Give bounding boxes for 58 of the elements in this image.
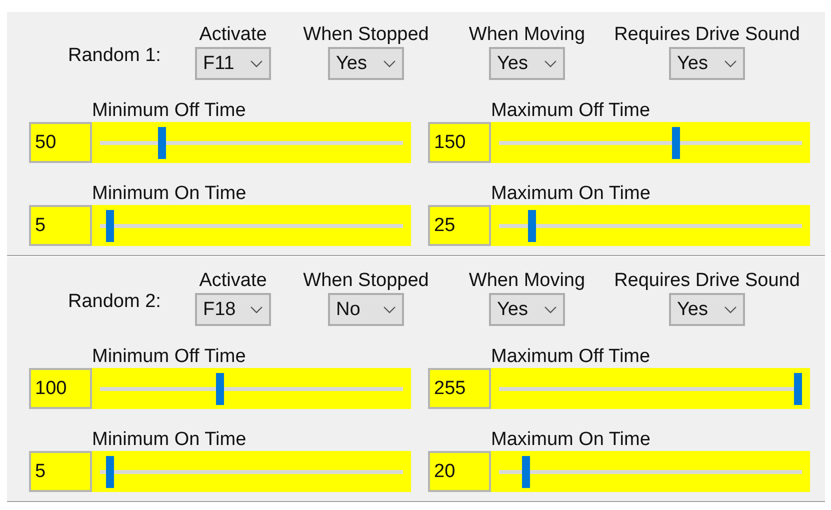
caret-icon xyxy=(724,306,737,314)
dropdown[interactable]: Yes xyxy=(669,293,745,326)
caret-icon xyxy=(250,306,263,314)
dropdown[interactable]: Yes xyxy=(489,47,565,80)
slider[interactable] xyxy=(92,368,411,409)
slider-thumb[interactable] xyxy=(672,127,680,159)
group-label: Random 1: xyxy=(67,44,162,67)
value-field[interactable]: 20 xyxy=(428,451,491,492)
value-field[interactable]: 255 xyxy=(428,368,491,409)
slider-thumb[interactable] xyxy=(528,210,536,242)
value-field[interactable]: 100 xyxy=(29,368,92,409)
caret-icon xyxy=(724,60,737,68)
slider-label: Maximum On Time xyxy=(491,183,652,205)
option-label: Requires Drive Sound xyxy=(614,270,800,292)
option-label: When Moving xyxy=(468,270,586,292)
slider-thumb[interactable] xyxy=(794,373,802,405)
slider-thumb[interactable] xyxy=(216,373,224,405)
slider-thumb[interactable] xyxy=(522,456,530,488)
slider[interactable] xyxy=(491,205,810,246)
option-label: Activate xyxy=(199,270,267,292)
option-label: Requires Drive Sound xyxy=(614,24,800,46)
slider[interactable] xyxy=(92,451,411,492)
slider-label: Minimum Off Time xyxy=(92,346,247,368)
value-field[interactable]: 25 xyxy=(428,205,491,246)
option-label: Activate xyxy=(199,24,267,46)
slider-thumb[interactable] xyxy=(106,210,114,242)
dropdown[interactable]: Yes xyxy=(669,47,745,80)
slider[interactable] xyxy=(491,368,810,409)
slider[interactable] xyxy=(92,122,411,163)
slider-label: Minimum Off Time xyxy=(92,100,247,122)
value-field[interactable]: 5 xyxy=(29,451,92,492)
value-field[interactable]: 150 xyxy=(428,122,491,163)
dropdown[interactable]: F18 xyxy=(195,293,271,326)
caret-icon xyxy=(544,60,557,68)
slider-label: Maximum On Time xyxy=(491,429,652,451)
value-field[interactable]: 5 xyxy=(29,205,92,246)
caret-icon xyxy=(383,306,396,314)
slider-thumb[interactable] xyxy=(106,456,114,488)
slider-label: Minimum On Time xyxy=(92,183,248,205)
slider[interactable] xyxy=(491,451,810,492)
option-label: When Stopped xyxy=(303,24,429,46)
dropdown[interactable]: F11 xyxy=(195,47,271,80)
caret-icon xyxy=(383,60,396,68)
dropdown[interactable]: Yes xyxy=(328,47,404,80)
slider[interactable] xyxy=(491,122,810,163)
value-field[interactable]: 50 xyxy=(29,122,92,163)
dropdown[interactable]: No xyxy=(328,293,404,326)
slider[interactable] xyxy=(92,205,411,246)
caret-icon xyxy=(544,306,557,314)
slider-label: Maximum Off Time xyxy=(491,346,652,368)
option-label: When Stopped xyxy=(303,270,429,292)
option-label: When Moving xyxy=(468,24,586,46)
slider-label: Minimum On Time xyxy=(92,429,248,451)
caret-icon xyxy=(250,60,263,68)
slider-thumb[interactable] xyxy=(158,127,166,159)
slider-label: Maximum Off Time xyxy=(491,100,652,122)
dropdown[interactable]: Yes xyxy=(489,293,565,326)
group-label: Random 2: xyxy=(67,290,162,313)
